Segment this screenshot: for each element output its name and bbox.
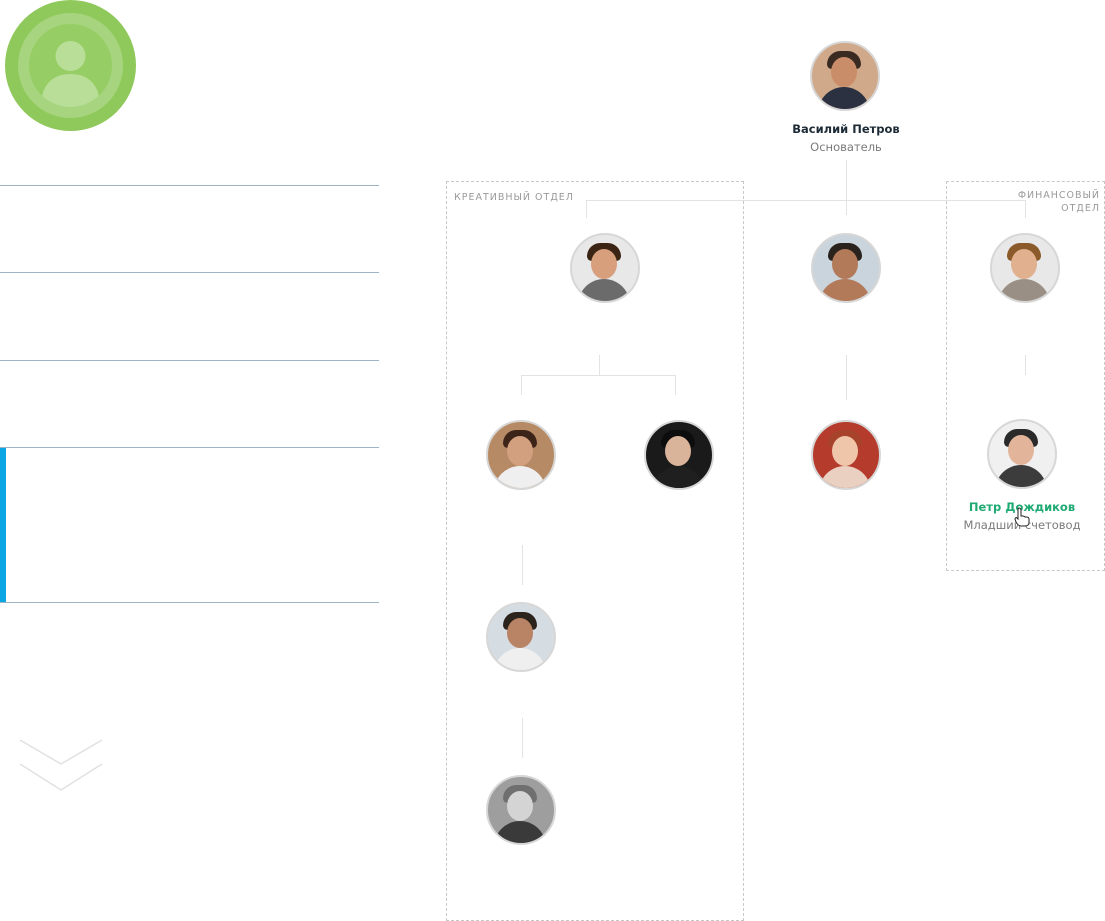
connector-line xyxy=(846,160,847,215)
avatar-founder[interactable] xyxy=(810,41,880,111)
menu-divider xyxy=(0,602,379,603)
connector-line xyxy=(599,355,600,375)
double-chevron-down-icon[interactable] xyxy=(18,738,104,794)
org-chart-page: КРЕАТИВНЫЙ ОТДЕЛ ФИНАНСОВЫЙ ОТДЕЛ Васили… xyxy=(0,0,1105,921)
founder-name[interactable]: Василий Петров xyxy=(775,122,917,136)
connector-line xyxy=(586,200,587,218)
connector-line xyxy=(675,375,676,395)
avatar-person[interactable] xyxy=(644,420,714,490)
connector-line xyxy=(522,718,523,758)
creative-department-label: КРЕАТИВНЫЙ ОТДЕЛ xyxy=(454,192,574,203)
menu-item[interactable] xyxy=(0,272,379,361)
connector-line xyxy=(586,200,1026,201)
connector-line xyxy=(846,355,847,400)
menu-item-active[interactable] xyxy=(0,447,379,603)
connector-line xyxy=(521,375,676,376)
person-silhouette-icon xyxy=(41,41,100,107)
finance-department-label: ФИНАНСОВЫЙ ОТДЕЛ xyxy=(1017,190,1100,214)
menu-item[interactable] xyxy=(0,360,379,448)
avatar-person[interactable] xyxy=(486,775,556,845)
founder-role: Основатель xyxy=(810,140,882,154)
avatar-person[interactable] xyxy=(990,233,1060,303)
menu-item[interactable] xyxy=(0,185,379,273)
avatar-person[interactable] xyxy=(811,420,881,490)
connector-line xyxy=(1025,200,1026,218)
connector-line xyxy=(522,545,523,585)
avatar-highlighted-person[interactable] xyxy=(987,419,1057,489)
user-avatar-icon[interactable] xyxy=(5,0,136,131)
avatar-person[interactable] xyxy=(570,233,640,303)
hand-pointer-icon xyxy=(1014,507,1030,527)
avatar-person[interactable] xyxy=(486,420,556,490)
connector-line xyxy=(521,375,522,395)
avatar-person[interactable] xyxy=(811,233,881,303)
connector-line xyxy=(1025,355,1026,375)
avatar-person[interactable] xyxy=(486,602,556,672)
